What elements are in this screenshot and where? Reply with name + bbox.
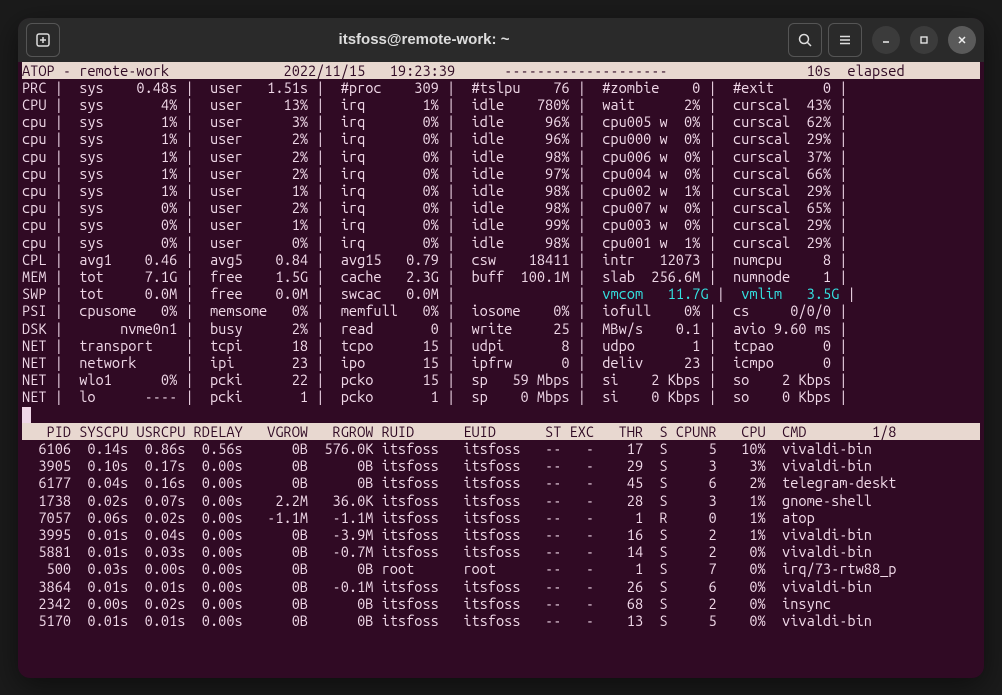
process-row: 5881 0.01s 0.03s 0.00s 0B -0.7M itsfoss … (22, 543, 980, 560)
process-row: 3864 0.01s 0.01s 0.00s 0B -0.1M itsfoss … (22, 578, 980, 595)
minimize-button[interactable] (872, 26, 900, 54)
window-title: itsfoss@remote-work: ~ (66, 31, 782, 48)
search-button[interactable] (788, 23, 822, 57)
sys-row: cpu | sys 1% | user 1% | irq 0% | idle 9… (22, 182, 980, 199)
terminal-window: itsfoss@remote-work: ~ ATOP - remote-wor… (18, 18, 984, 678)
close-button[interactable] (948, 26, 976, 54)
sys-row: DSK | nvme0n1 | busy 2% | read 0 | write… (22, 320, 980, 337)
sys-row: PSI | cpusome 0% | memsome 0% | memfull … (22, 302, 980, 319)
sys-row: cpu | sys 0% | user 0% | irq 0% | idle 9… (22, 234, 980, 251)
sys-row: cpu | sys 0% | user 1% | irq 0% | idle 9… (22, 216, 980, 233)
process-row: 3995 0.01s 0.04s 0.00s 0B -3.9M itsfoss … (22, 526, 980, 543)
vmcom-value: vmcom 11.7G (602, 285, 708, 302)
sys-row: CPU | sys 4% | user 13% | irq 1% | idle … (22, 96, 980, 113)
process-row: 500 0.03s 0.00s 0.00s 0B 0B root root --… (22, 560, 980, 577)
sys-row: cpu | sys 1% | user 2% | irq 0% | idle 9… (22, 165, 980, 182)
cursor (22, 407, 31, 423)
sys-row: cpu | sys 1% | user 2% | irq 0% | idle 9… (22, 130, 980, 147)
process-row: 7057 0.06s 0.02s 0.00s -1.1M -1.1M itsfo… (22, 509, 980, 526)
sys-row: NET | network | ipi 23 | ipo 15 | ipfrw … (22, 354, 980, 371)
sys-row: MEM | tot 7.1G | free 1.5G | cache 2.3G … (22, 268, 980, 285)
process-row: 6106 0.14s 0.86s 0.56s 0B 576.0K itsfoss… (22, 440, 980, 457)
sys-row: cpu | sys 1% | user 3% | irq 0% | idle 9… (22, 113, 980, 130)
vmlim-value: vmlim 3.5G (741, 285, 839, 302)
process-row: 1738 0.02s 0.07s 0.00s 2.2M 36.0K itsfos… (22, 492, 980, 509)
sys-row: NET | transport | tcpi 18 | tcpo 15 | ud… (22, 337, 980, 354)
maximize-button[interactable] (910, 26, 938, 54)
sys-row: cpu | sys 0% | user 2% | irq 0% | idle 9… (22, 199, 980, 216)
sys-row: cpu | sys 1% | user 2% | irq 0% | idle 9… (22, 148, 980, 165)
menu-button[interactable] (828, 23, 862, 57)
sys-row: CPL | avg1 0.46 | avg5 0.84 | avg15 0.79… (22, 251, 980, 268)
sys-row: NET | lo ---- | pcki 1 | pcko 1 | sp 0 M… (22, 388, 980, 405)
atop-header: ATOP - remote-work 2022/11/15 19:23:39 -… (22, 62, 980, 79)
process-row: 6177 0.04s 0.16s 0.00s 0B 0B itsfoss its… (22, 474, 980, 491)
process-row: 5170 0.01s 0.01s 0.00s 0B 0B itsfoss its… (22, 612, 980, 629)
cursor-line (22, 406, 980, 423)
process-row: 3905 0.10s 0.17s 0.00s 0B 0B itsfoss its… (22, 457, 980, 474)
sys-row: SWP | tot 0.0M | free 0.0M | swcac 0.0M … (22, 285, 980, 302)
process-header: PID SYSCPU USRCPU RDELAY VGROW RGROW RUI… (22, 423, 980, 440)
sys-row: NET | wlo1 0% | pcki 22 | pcko 15 | sp 5… (22, 371, 980, 388)
sys-row: PRC | sys 0.48s | user 1.51s | #proc 309… (22, 79, 980, 96)
terminal-output[interactable]: ATOP - remote-work 2022/11/15 19:23:39 -… (18, 62, 984, 678)
process-row: 2342 0.00s 0.02s 0.00s 0B 0B itsfoss its… (22, 595, 980, 612)
titlebar: itsfoss@remote-work: ~ (18, 18, 984, 62)
new-tab-button[interactable] (26, 23, 60, 57)
